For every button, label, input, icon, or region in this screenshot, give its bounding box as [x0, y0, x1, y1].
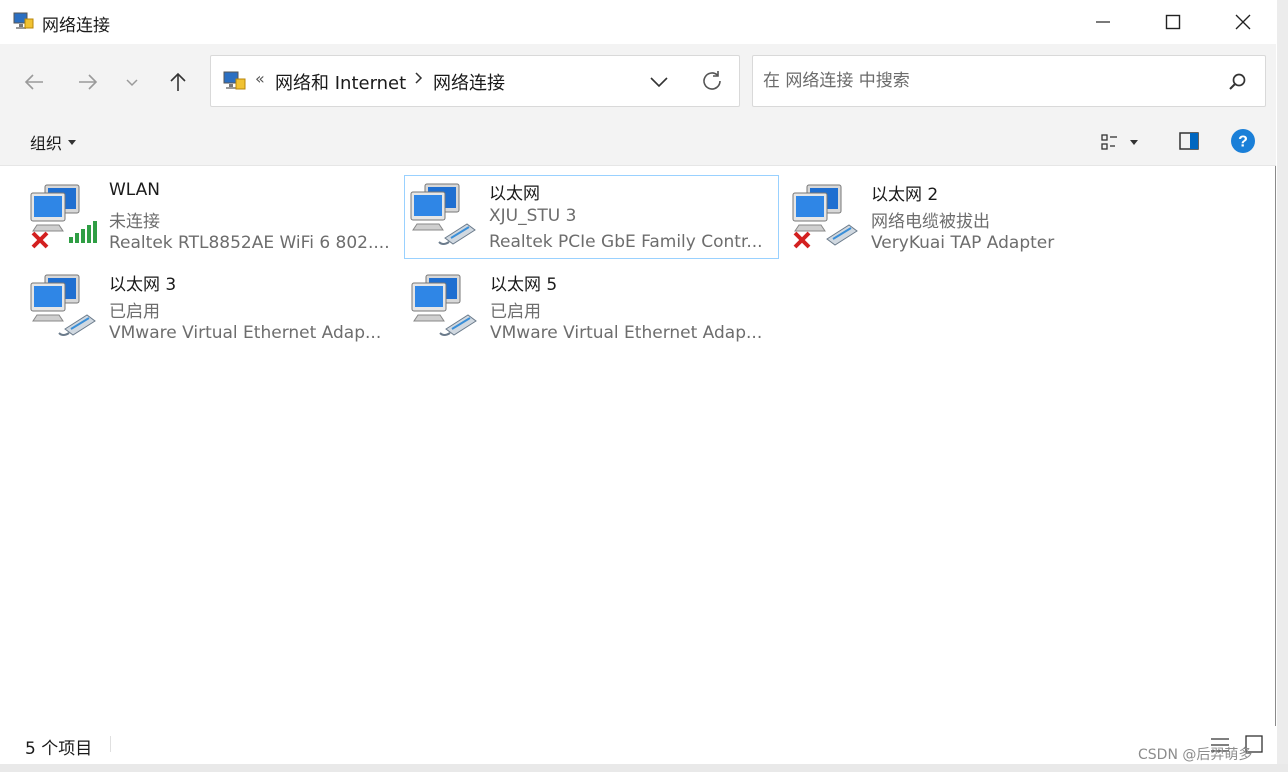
connection-status: 已启用 — [490, 302, 541, 322]
maximize-button[interactable] — [1138, 0, 1208, 44]
arrow-right-icon — [79, 74, 98, 90]
help-icon[interactable]: ? — [1230, 128, 1256, 154]
search-input[interactable] — [763, 68, 1203, 94]
search-box[interactable] — [752, 55, 1266, 107]
connection-status: 已启用 — [109, 302, 160, 322]
arrow-up-icon — [170, 72, 186, 91]
connection-item-ethernet-5[interactable]: 以太网 5 已启用 VMware Virtual Ethernet Adap..… — [405, 266, 777, 348]
connection-item-ethernet[interactable]: 以太网 XJU_STU 3 Realtek PCIe GbE Family Co… — [404, 175, 779, 259]
connection-name: 以太网 2 — [871, 185, 939, 205]
item-count: 5 个项目 — [25, 739, 93, 759]
organize-button[interactable]: 组织 — [30, 130, 77, 154]
ethernet-adapter-icon — [410, 183, 476, 245]
connection-adapter: Realtek PCIe GbE Family Contr... — [489, 232, 763, 252]
connections-view: WLAN 未连接 Realtek RTL8852AE WiFi 6 802...… — [0, 166, 1276, 726]
svg-text:?: ? — [1238, 134, 1248, 151]
window-edge — [1277, 0, 1288, 764]
connection-adapter: VeryKuai TAP Adapter — [871, 233, 1055, 253]
connection-name: 以太网 — [489, 184, 540, 204]
command-bar: 组织 ? — [0, 118, 1276, 166]
navigation-bar: « 网络和 Internet 网络连接 — [0, 44, 1276, 118]
close-button[interactable] — [1208, 0, 1278, 44]
ethernet-adapter-disconnected-icon — [792, 184, 858, 249]
explorer-window: 网络连接 « 网络和 Internet 网络连接 在 网络连接 中搜索 组织 ?… — [0, 0, 1276, 764]
arrow-left-icon — [24, 74, 43, 90]
watermark: CSDN @后羿萌多 — [1138, 747, 1253, 763]
connection-adapter: VMware Virtual Ethernet Adap... — [109, 323, 382, 343]
connection-item-ethernet-3[interactable]: 以太网 3 已启用 VMware Virtual Ethernet Adap..… — [24, 266, 396, 348]
change-view-icon — [1101, 134, 1117, 150]
preview-pane-icon[interactable] — [1178, 130, 1200, 152]
refresh-icon[interactable] — [699, 68, 725, 94]
network-connections-icon — [223, 71, 246, 90]
close-icon — [1235, 14, 1251, 30]
address-dropdown-icon[interactable] — [647, 70, 671, 94]
connection-name: 以太网 3 — [109, 275, 177, 295]
chevron-down-icon — [126, 79, 138, 87]
minimize-button[interactable] — [1068, 0, 1138, 44]
caret-down-icon — [1130, 139, 1138, 145]
connection-item-ethernet-2[interactable]: 以太网 2 网络电缆被拔出 VeryKuai TAP Adapter — [786, 176, 1158, 258]
status-bar: 5 个项目 — [0, 726, 1276, 764]
address-bar[interactable]: « 网络和 Internet 网络连接 — [210, 55, 740, 107]
change-view-button[interactable] — [1100, 130, 1150, 154]
forward-button[interactable] — [72, 66, 104, 98]
window-edge — [0, 764, 1288, 772]
maximize-icon — [1165, 14, 1181, 30]
minimize-icon — [1096, 21, 1110, 23]
wireless-network-adapter-icon — [30, 184, 97, 249]
breadcrumb-separator-icon[interactable] — [413, 71, 423, 85]
connection-status: 未连接 — [109, 212, 160, 232]
back-button[interactable] — [18, 66, 50, 98]
status-divider — [110, 736, 111, 752]
up-button[interactable] — [162, 66, 194, 98]
recent-locations-button[interactable] — [116, 66, 148, 98]
title-bar: 网络连接 — [0, 0, 1276, 44]
network-connections-icon — [13, 12, 34, 29]
caret-down-icon — [68, 139, 77, 145]
connection-name: WLAN — [109, 180, 161, 200]
organize-label: 组织 — [30, 134, 63, 153]
ethernet-adapter-icon — [30, 274, 96, 336]
connection-adapter: Realtek RTL8852AE WiFi 6 802.... — [109, 233, 390, 253]
ethernet-adapter-icon — [411, 274, 477, 336]
connection-item-wlan[interactable]: WLAN 未连接 Realtek RTL8852AE WiFi 6 802...… — [24, 176, 396, 258]
window-title: 网络连接 — [42, 16, 110, 36]
breadcrumb-network-connections[interactable]: 网络连接 — [433, 69, 505, 95]
breadcrumb-network-internet[interactable]: 网络和 Internet — [275, 69, 406, 95]
address-overflow-chevron[interactable]: « — [255, 69, 265, 88]
connection-adapter: VMware Virtual Ethernet Adap... — [490, 323, 763, 343]
search-icon[interactable] — [1227, 72, 1247, 92]
connection-name: 以太网 5 — [490, 275, 558, 295]
connection-status: XJU_STU 3 — [489, 206, 577, 226]
connection-status: 网络电缆被拔出 — [871, 212, 990, 232]
